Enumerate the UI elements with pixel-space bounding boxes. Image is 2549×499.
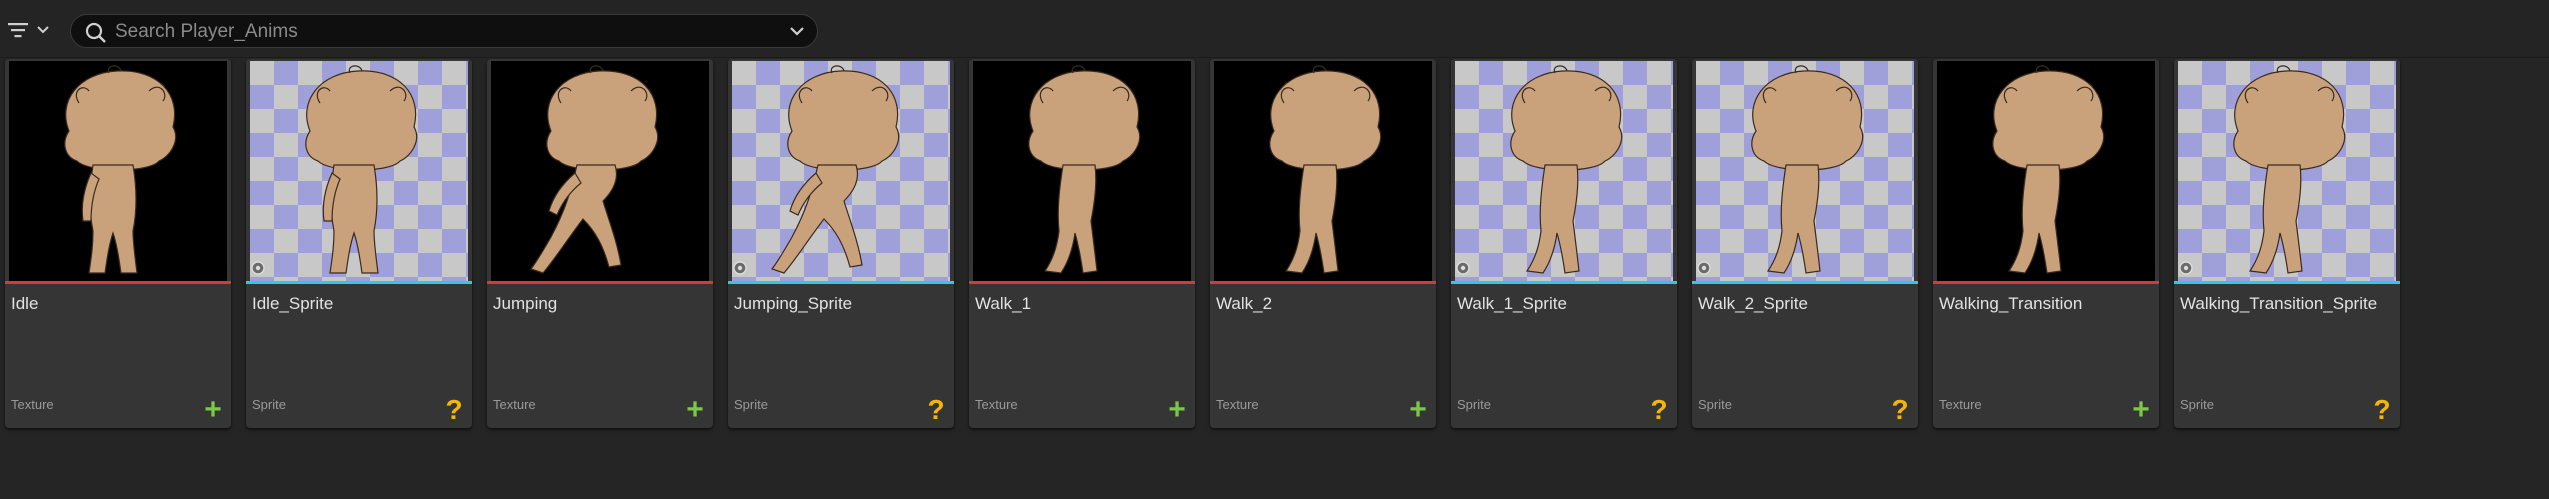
search-input[interactable] <box>113 17 757 47</box>
asset-type-color-bar <box>5 281 231 284</box>
asset-type-color-bar <box>969 281 1195 284</box>
sprite-gear-icon <box>251 261 265 275</box>
asset-tile[interactable]: Walk_1 Texture + <box>969 59 1195 428</box>
add-plus-icon: + <box>2132 393 2150 426</box>
asset-tile[interactable]: Walk_2 Texture + <box>1210 59 1436 428</box>
asset-type-color-bar <box>1210 281 1436 284</box>
search-box[interactable] <box>70 14 818 48</box>
character-preview-image <box>1510 65 1623 274</box>
character-preview-image <box>1992 65 2105 274</box>
search-options-chevron-icon[interactable] <box>789 25 805 37</box>
asset-type-label: Texture <box>493 397 536 412</box>
asset-name: Walk_1 <box>975 294 1032 313</box>
character-preview-image <box>771 65 900 274</box>
asset-type-label: Sprite <box>2180 397 2214 412</box>
question-mark-icon: ? <box>927 394 945 425</box>
asset-name: Jumping_Sprite <box>734 294 853 313</box>
asset-name: Walking_Transition <box>1939 294 2083 313</box>
character-preview-image <box>1269 65 1382 274</box>
question-mark-icon: ? <box>1650 394 1668 425</box>
asset-thumbnail <box>1696 61 1914 281</box>
asset-type-label: Sprite <box>734 397 768 412</box>
asset-name: Walk_1_Sprite <box>1457 294 1567 313</box>
character-preview-image <box>64 65 177 274</box>
asset-type-color-bar <box>1451 281 1677 284</box>
character-preview-image <box>2233 65 2346 274</box>
asset-name: Walking_Transition_Sprite <box>2180 294 2378 313</box>
asset-grid: Idle Texture + Idle_Sprite Sprite? Jumping Tex… <box>0 57 2549 499</box>
asset-name: Idle <box>11 294 39 313</box>
asset-thumbnail <box>2178 61 2396 281</box>
asset-type-color-bar <box>2174 281 2400 284</box>
asset-tile[interactable]: Jumping Texture + <box>487 59 713 428</box>
asset-name: Jumping <box>493 294 558 313</box>
asset-type-label: Sprite <box>1698 397 1732 412</box>
asset-thumbnail <box>491 61 709 281</box>
search-icon <box>85 22 106 43</box>
sprite-gear-icon <box>1697 261 1711 275</box>
asset-tile[interactable]: Jumping_Sprite Sprite? <box>728 59 954 428</box>
asset-type-label: Sprite <box>1457 397 1491 412</box>
question-mark-icon: ? <box>445 394 463 425</box>
character-preview-image <box>1028 65 1141 274</box>
asset-thumbnail <box>9 61 227 281</box>
sprite-gear-icon <box>733 261 747 275</box>
add-plus-icon: + <box>204 393 222 426</box>
asset-type-label: Sprite <box>252 397 286 412</box>
asset-type-color-bar <box>1933 281 2159 284</box>
add-plus-icon: + <box>686 393 704 426</box>
asset-type-color-bar <box>728 281 954 284</box>
asset-type-color-bar <box>1692 281 1918 284</box>
asset-thumbnail <box>973 61 1191 281</box>
asset-type-label: Texture <box>11 397 54 412</box>
character-preview-image <box>530 65 659 274</box>
chevron-down-icon <box>37 26 49 34</box>
asset-type-color-bar <box>246 281 472 284</box>
asset-type-label: Texture <box>1939 397 1982 412</box>
asset-name: Walk_2_Sprite <box>1698 294 1808 313</box>
asset-thumbnail <box>1937 61 2155 281</box>
asset-thumbnail <box>1455 61 1673 281</box>
asset-tile[interactable]: Walk_1_Sprite Sprite? <box>1451 59 1677 428</box>
asset-thumbnail <box>250 61 468 281</box>
asset-name: Idle_Sprite <box>252 294 334 313</box>
asset-type-label: Texture <box>1216 397 1259 412</box>
character-preview-image <box>1751 65 1864 274</box>
asset-type-color-bar <box>487 281 713 284</box>
character-preview-image <box>305 65 418 274</box>
asset-tile[interactable]: Walking_Transition Texture + <box>1933 59 2159 428</box>
asset-thumbnail <box>1214 61 1432 281</box>
add-plus-icon: + <box>1409 393 1427 426</box>
sprite-gear-icon <box>2179 261 2193 275</box>
asset-thumbnail <box>732 61 950 281</box>
sprite-gear-icon <box>1456 261 1470 275</box>
add-plus-icon: + <box>1168 393 1186 426</box>
asset-name: Walk_2 <box>1216 294 1273 313</box>
filter-icon <box>8 23 28 38</box>
question-mark-icon: ? <box>2373 394 2391 425</box>
filter-button[interactable] <box>6 17 62 43</box>
asset-type-label: Texture <box>975 397 1018 412</box>
asset-tile[interactable]: Walk_2_Sprite Sprite? <box>1692 59 1918 428</box>
asset-tile[interactable]: Idle_Sprite Sprite? <box>246 59 472 428</box>
asset-tile[interactable]: Idle Texture + <box>5 59 231 428</box>
content-browser-toolbar <box>0 0 2549 58</box>
question-mark-icon: ? <box>1891 394 1909 425</box>
asset-tile[interactable]: Walking_Transition_Sprite Sprite? <box>2174 59 2400 428</box>
